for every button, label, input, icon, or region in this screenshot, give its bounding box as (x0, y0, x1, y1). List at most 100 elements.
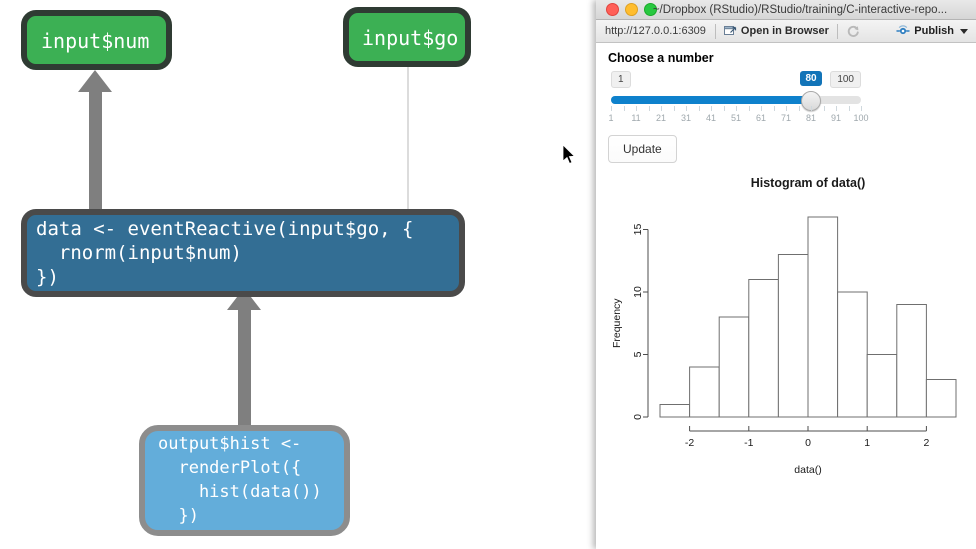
slider-tick (861, 106, 862, 111)
slider-min-label: 1 (611, 71, 631, 88)
slider-tick (661, 106, 662, 111)
y-axis-tick-label: 10 (632, 286, 644, 298)
node-output-hist-line-2: renderPlot({ (158, 458, 301, 478)
node-reactive-data-line-1: data <- eventReactive(input$go, { (36, 218, 414, 240)
slider-tick (711, 106, 712, 111)
slider-tick (773, 106, 775, 111)
histogram-plot: Histogram of data() 0 5 10 15 Frequency -2 -1 0 1… (608, 169, 968, 479)
node-output-hist-line-3: hist(data()) (158, 482, 322, 502)
slider-tick-label: 100 (853, 113, 869, 123)
reactivity-diagram: input$num input$go data <- eventReactive… (0, 0, 596, 549)
histogram-bar (777, 254, 809, 418)
slider-tick-labels: 1 11 21 31 41 51 61 71 81 91 100 (608, 113, 868, 125)
x-axis-tick-label: -1 (744, 437, 753, 449)
y-axis-tick-label: 15 (632, 224, 644, 236)
histogram-bar (866, 354, 898, 418)
node-input-num[interactable]: input$num (21, 10, 172, 70)
x-axis-tick-label: -2 (685, 437, 694, 449)
publish-button[interactable]: Publish (896, 25, 976, 37)
slider-tick-label: 11 (631, 113, 641, 123)
edge-data-to-inputnum (78, 70, 112, 215)
rstudio-viewer-window: ~/Dropbox (RStudio)/RStudio/training/C-i… (596, 0, 976, 549)
refresh-icon (847, 25, 859, 37)
toolbar-divider-2 (836, 23, 838, 39)
slider-tick-label: 41 (705, 113, 717, 123)
publish-label: Publish (914, 25, 954, 37)
open-in-browser-label: Open in Browser (740, 25, 829, 37)
y-axis-tick-label: 0 (632, 414, 644, 420)
open-in-browser-icon (723, 26, 737, 35)
slider-tick (823, 106, 825, 111)
histogram-bar (837, 291, 868, 418)
slider-tick (748, 106, 750, 111)
slider-tick (648, 106, 650, 111)
histogram-bar (689, 366, 720, 418)
node-reactive-data[interactable]: data <- eventReactive(input$go, { rnorm(… (21, 209, 465, 297)
histogram-bar (659, 404, 691, 418)
slider-tick (761, 106, 762, 111)
y-axis-label: Frequency (611, 298, 623, 348)
slider-tick-label: 21 (655, 113, 667, 123)
zoom-button[interactable] (644, 3, 657, 16)
shiny-app-body: Choose a number 1 100 80 1 11 21 31 41 51 61 71… (596, 43, 976, 549)
chevron-down-icon[interactable] (960, 28, 968, 34)
x-axis-label: data() (794, 464, 821, 476)
slider-tick-label: 1 (608, 113, 614, 123)
slider-tick (623, 106, 625, 111)
x-axis-tick-label: 2 (923, 437, 929, 449)
edge-outputhist-to-data (227, 288, 261, 428)
window-controls[interactable] (606, 3, 657, 16)
slider-tick (848, 106, 850, 111)
minimize-button[interactable] (625, 3, 638, 16)
mouse-cursor (562, 144, 577, 165)
publish-icon (896, 25, 910, 35)
slider-tick (723, 106, 725, 111)
viewer-toolbar: http://127.0.0.1:6309 Open in Browser Pu… (596, 20, 976, 43)
histogram-bar (925, 379, 957, 418)
open-in-browser-button[interactable]: Open in Browser (717, 21, 836, 41)
node-output-hist[interactable]: output$hist <- renderPlot({ hist(data())… (139, 425, 350, 536)
node-input-go-label: input$go (362, 26, 458, 50)
slider-tick-label: 81 (805, 113, 817, 123)
x-axis-tick-label: 0 (805, 437, 811, 449)
node-output-hist-line-4: }) (158, 506, 199, 526)
slider-label: Choose a number (608, 51, 714, 65)
histogram-bar (718, 316, 750, 418)
chart-title: Histogram of data() (751, 176, 866, 190)
node-input-go[interactable]: input$go (343, 7, 471, 67)
slider-tick (798, 106, 800, 111)
slider-tick (673, 106, 675, 111)
viewer-url[interactable]: http://127.0.0.1:6309 (596, 25, 714, 37)
node-input-num-label: input$num (41, 29, 149, 53)
toolbar-divider-1 (714, 23, 716, 39)
slider-value-bubble: 80 (800, 71, 822, 86)
slider-tick (611, 106, 612, 111)
slider-tick (786, 106, 787, 111)
slider-max-label: 100 (830, 71, 861, 88)
node-reactive-data-line-3: }) (36, 266, 59, 288)
close-button[interactable] (606, 3, 619, 16)
slider-tick (698, 106, 700, 111)
histogram-bar (807, 216, 839, 418)
slider-tick (811, 106, 812, 111)
slider-track[interactable] (611, 96, 861, 104)
slider-tick-label: 31 (680, 113, 692, 123)
window-titlebar: ~/Dropbox (RStudio)/RStudio/training/C-i… (596, 0, 976, 20)
slider-tick (686, 106, 687, 111)
slider-ticks (611, 106, 862, 112)
refresh-button[interactable] (839, 21, 867, 41)
slider-tick-label: 91 (830, 113, 842, 123)
node-output-hist-line-1: output$hist <- (158, 434, 301, 454)
histogram-bar (896, 304, 927, 418)
slider-tick-label: 71 (780, 113, 792, 123)
histogram-bar (748, 279, 779, 418)
slider-tick (736, 106, 737, 111)
node-reactive-data-line-2: rnorm(input$num) (36, 242, 242, 264)
x-axis-tick-label: 1 (864, 437, 870, 449)
slider-fill (611, 96, 811, 104)
slider-tick (636, 106, 637, 111)
y-axis-tick-label: 5 (632, 351, 644, 357)
slider-tick (836, 106, 837, 111)
update-button[interactable]: Update (608, 135, 677, 163)
slider-tick-label: 51 (730, 113, 742, 123)
